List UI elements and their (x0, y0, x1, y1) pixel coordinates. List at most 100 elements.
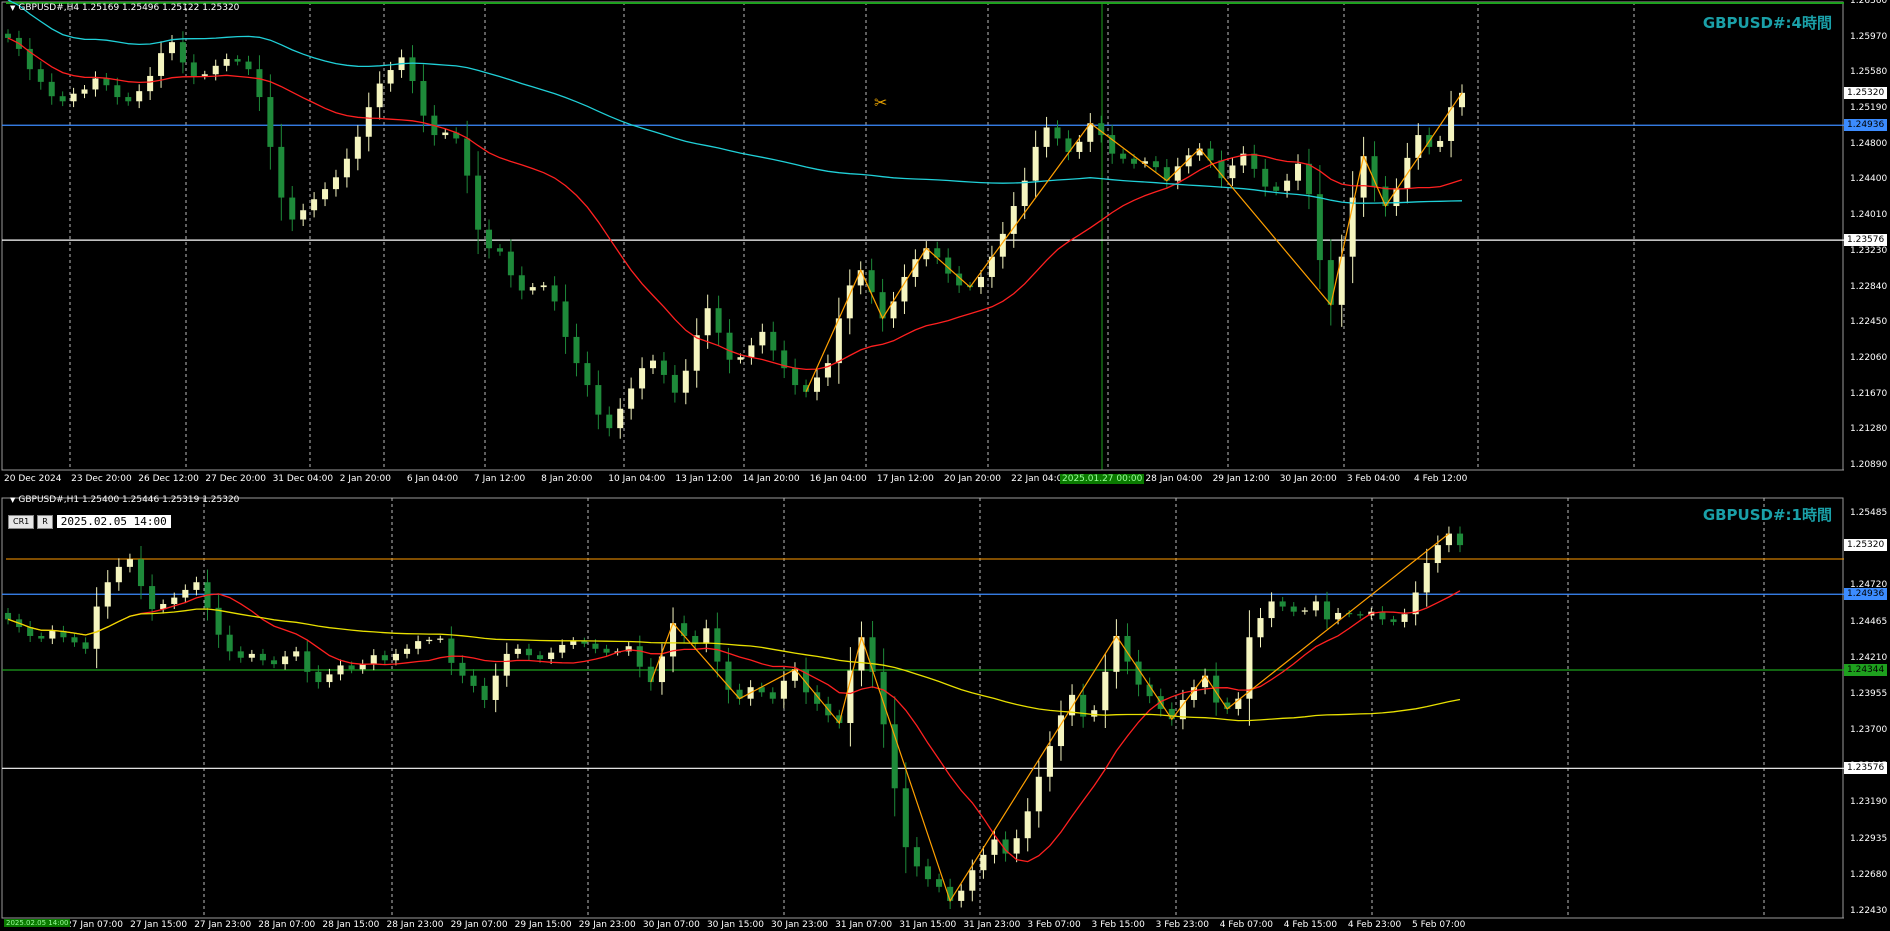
candle-body (326, 674, 333, 683)
candle-body (381, 655, 388, 661)
price-tick-label: 1.25970 (1850, 31, 1888, 42)
candle-body (682, 370, 689, 393)
time-tick-label: 27 Dec 20:00 (205, 474, 266, 484)
candle-body (245, 61, 252, 70)
price-tick-label: 1.20890 (1850, 460, 1888, 470)
candle-body (977, 276, 984, 288)
candle-body (606, 414, 613, 429)
candle-body (1054, 127, 1061, 139)
candle-body (234, 59, 241, 62)
candle-body (226, 634, 233, 652)
collapse-triangle-icon[interactable]: ▼ (10, 496, 15, 504)
candle-body (376, 83, 383, 108)
candle-body (179, 42, 186, 63)
yellow-moving-average (7, 608, 1461, 722)
candle-body (704, 308, 711, 336)
candle-body (448, 638, 455, 663)
h1-white-line-price-tag: 1.23576 (1844, 762, 1888, 775)
candle-body (59, 96, 66, 102)
time-tick-label: 20 Dec 2024 (4, 474, 62, 484)
candle-body (628, 388, 635, 409)
candle-body (49, 630, 56, 639)
candle-body (595, 385, 602, 415)
time-tick-label: 4 Feb 15:00 (1283, 920, 1338, 930)
collapse-triangle-icon[interactable]: ▼ (10, 4, 15, 12)
candle-body (759, 331, 766, 346)
h4-chart-pane[interactable]: ▼ GBPUSD#,H4 1.25169 1.25496 1.25122 1.25… (0, 0, 1890, 492)
candle-body (1113, 635, 1120, 672)
cr1-button[interactable]: CR1 (8, 514, 35, 529)
candle-body (1268, 601, 1275, 619)
candle-body (958, 890, 965, 901)
candle-body (147, 75, 154, 92)
h1-start-time-label: 2025.02.05 14:00 (4, 919, 71, 927)
time-tick-label: 27 Jan 23:00 (194, 920, 252, 930)
candle-body (540, 285, 547, 288)
h1-chart-pane[interactable]: ▼ GBPUSD#,H1 1.25400 1.25446 1.25319 1.25… (0, 492, 1890, 931)
time-tick-label: 27 Jan 15:00 (130, 920, 188, 930)
candle-body (1357, 614, 1364, 616)
time-tick-label: 31 Jan 23:00 (963, 920, 1021, 930)
price-tick-label: 1.25580 (1850, 67, 1888, 78)
price-tick-label: 1.24800 (1850, 138, 1888, 149)
time-tick-label: 28 Jan 07:00 (258, 920, 316, 930)
candle-body (660, 360, 667, 375)
h1-control-bar: CR1 R 2025.02.05 14:00 (8, 514, 172, 529)
time-tick-label: 31 Jan 15:00 (899, 920, 957, 930)
candle-body (780, 680, 787, 699)
candle-body (1257, 618, 1264, 638)
candle-body (387, 70, 394, 84)
candle-body (1401, 614, 1408, 622)
candle-body (647, 666, 654, 683)
candle-body (293, 651, 300, 657)
candle-body (82, 642, 89, 649)
h1-chart-canvas[interactable] (0, 492, 1890, 931)
time-tick-label: 28 Jan 23:00 (386, 920, 444, 930)
candle-body (714, 628, 721, 662)
candle-body (403, 648, 411, 654)
time-tick-label: 5 Feb 07:00 (1412, 920, 1466, 930)
candle-body (332, 177, 339, 190)
candle-body (496, 248, 503, 252)
price-tick-label: 1.22060 (1850, 352, 1888, 363)
candle-body (114, 85, 121, 98)
candle-body (507, 251, 514, 276)
price-tick-label: 1.22680 (1850, 869, 1888, 880)
candle-body (1091, 710, 1098, 717)
candle-body (4, 612, 12, 620)
candle-body (650, 360, 657, 369)
time-tick-label: 13 Jan 12:00 (675, 474, 733, 484)
h1-green-line-price-tag: 1.24344 (1844, 664, 1888, 677)
candle-body (437, 638, 444, 640)
candle-body (1032, 146, 1039, 181)
price-tick-label: 1.22430 (1850, 906, 1888, 916)
candle-body (715, 308, 722, 333)
price-tick-label: 1.21670 (1850, 388, 1888, 399)
candle-body (693, 335, 700, 371)
candle-body (270, 660, 278, 665)
time-tick-label: 4 Feb 07:00 (1219, 920, 1274, 930)
candle-body (4, 33, 12, 38)
candle-body (592, 643, 599, 649)
candle-body (1229, 165, 1236, 179)
time-tick-label: 28 Jan 04:00 (1145, 474, 1203, 484)
candle-body (991, 839, 998, 855)
price-tick-label: 1.24400 (1850, 174, 1888, 185)
candle-body (1021, 180, 1028, 207)
r-button[interactable]: R (37, 514, 53, 529)
candle-body (248, 653, 255, 658)
candle-body (902, 788, 909, 848)
candle-body (936, 879, 943, 887)
candle-body (1024, 811, 1031, 839)
candle-body (869, 637, 876, 672)
candle-body (913, 847, 920, 867)
price-tick-label: 1.24010 (1850, 210, 1888, 221)
candle-body (636, 646, 643, 667)
time-tick-label: 30 Jan 23:00 (771, 920, 829, 930)
h4-chart-canvas[interactable] (0, 0, 1890, 492)
candle-body (475, 175, 482, 230)
price-tick-label: 1.25190 (1850, 103, 1888, 114)
candle-body (1301, 610, 1308, 612)
candle-body (193, 582, 200, 590)
datetime-input[interactable]: 2025.02.05 14:00 (55, 514, 172, 529)
